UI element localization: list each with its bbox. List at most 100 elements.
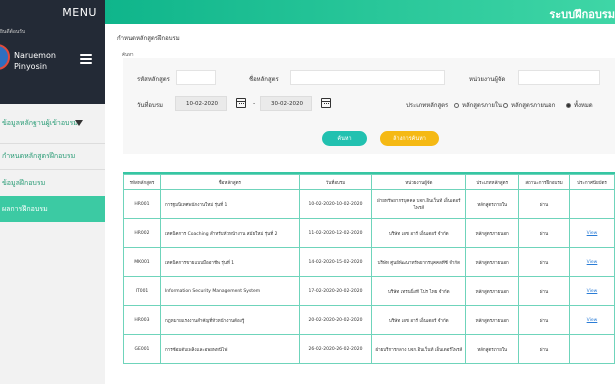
radio-label: ทั้งหมด bbox=[574, 102, 593, 109]
col-course-name[interactable]: ชื่อหลักสูตร bbox=[159, 174, 300, 190]
cell-agency: ฝ่ายทรัพยากรบุคคล บจก.อินเว็นท์ เอ็นเตอร… bbox=[371, 189, 467, 219]
cell-date: 17-02-2020-20-02-2020 bbox=[298, 276, 373, 306]
cell-name: การฐมนิเทศพนักงานใหม่ รุ่นที่ 1 bbox=[159, 189, 300, 219]
table-row[interactable]: HR001 การฐมนิเทศพนักงานใหม่ รุ่นที่ 1 10… bbox=[123, 189, 615, 219]
sidebar-item-define-course[interactable]: กำหนดหลักสูตรฝึกอบรม bbox=[0, 144, 105, 170]
sidebar-item-label: ข้อมูลฝึกอบรม bbox=[2, 178, 46, 187]
cell-status: ผ่าน bbox=[518, 247, 570, 277]
hamburger-icon[interactable] bbox=[80, 54, 92, 64]
date-to-input[interactable]: 30-02-2020 bbox=[260, 96, 312, 111]
cell-agency: บริษัท ศูนย์พัฒนาทรัพยากรบุคคลทีซี จำกัด bbox=[371, 247, 467, 277]
course-name-input[interactable] bbox=[290, 70, 445, 85]
table-row[interactable]: HR003 กฎหมายแรงงานสำคัญที่หัวหน้างานต้อง… bbox=[123, 305, 615, 335]
cell-code: HR001 bbox=[123, 189, 161, 219]
date-separator: - bbox=[253, 100, 256, 107]
cell-name: การซ้อมดับเพลิงและอพยพหนีไฟ bbox=[159, 334, 300, 364]
menu-title: MENU bbox=[62, 5, 97, 19]
col-course-type[interactable]: ประเภทหลักสูตร bbox=[465, 174, 520, 190]
cell-type: หลักสูตรภายนอก bbox=[465, 218, 520, 248]
table-row[interactable]: IT001 Information Security Management Sy… bbox=[123, 276, 615, 306]
table-row[interactable]: HR002 เทคนิคการ Coaching สำหรับหัวหน้างา… bbox=[123, 218, 615, 248]
cell-date: 10-02-2020-10-02-2020 bbox=[298, 189, 373, 219]
course-type-label: ประเภทหลักสูตร bbox=[406, 102, 449, 109]
cell-name: เทคนิคการ Coaching สำหรับหัวหน้างาน สมัย… bbox=[159, 218, 300, 248]
breadcrumb: กำหนดหลักสูตรฝึกอบรม bbox=[117, 35, 180, 42]
cell-agency: บริษัท เอช อาร์ เอ็นเตอร์ จำกัด bbox=[371, 218, 467, 248]
cell-code: MK001 bbox=[123, 247, 161, 277]
app-title: ระบบฝึกอบรม bbox=[549, 8, 615, 21]
agency-label: หน่วยงานผู้จัด bbox=[469, 76, 506, 83]
cell-status: ผ่าน bbox=[518, 334, 570, 364]
cell-cert: View bbox=[568, 305, 615, 335]
col-status[interactable]: สถานะการฝึกอบรม bbox=[518, 174, 570, 190]
col-course-code[interactable]: รหัสหลักสูตร bbox=[123, 174, 161, 190]
cell-type: หลักสูตรภายนอก bbox=[465, 247, 520, 277]
sidebar: MENU ยินดีต้อนรับ Naruemon Pinyosin ข้อม… bbox=[0, 0, 105, 384]
cell-status: ผ่าน bbox=[518, 218, 570, 248]
table-row[interactable]: GE001 การซ้อมดับเพลิงและอพยพหนีไฟ 26-02-… bbox=[123, 334, 615, 364]
training-date-label: วันที่อบรม bbox=[137, 102, 164, 109]
cell-cert: View bbox=[568, 276, 615, 306]
user-last-name: Pinyosin bbox=[14, 62, 48, 71]
col-certificate[interactable]: ประกาศนียบัตร bbox=[568, 174, 615, 190]
search-panel-label: ค้นหา bbox=[122, 53, 134, 58]
user-panel: ยินดีต้อนรับ Naruemon Pinyosin bbox=[0, 24, 105, 96]
date-from-input[interactable]: 10-02-2020 bbox=[175, 96, 227, 111]
radio-internal[interactable]: หลักสูตรภายใน bbox=[454, 100, 502, 110]
agency-input[interactable] bbox=[518, 70, 600, 85]
sidebar-item-label: กำหนดหลักสูตรฝึกอบรม bbox=[2, 152, 76, 160]
sidebar-item-trainee-data[interactable]: ข้อมูลหลักฐานผู้เข้าอบรม bbox=[0, 104, 105, 144]
cell-type: หลักสูตรภายนอก bbox=[465, 305, 520, 335]
radio-label: หลักสูตรภายนอก bbox=[511, 102, 556, 109]
cell-status: ผ่าน bbox=[518, 305, 570, 335]
reset-button[interactable]: ล้างการค้นหา bbox=[380, 131, 439, 146]
search-button[interactable]: ค้นหา bbox=[322, 131, 367, 146]
cell-cert: View bbox=[568, 218, 615, 248]
cell-agency: บริษัท เทรนนิ่งที โปร ไทย จำกัด bbox=[371, 276, 467, 306]
sidebar-item-training-data[interactable]: ข้อมูลฝึกอบรม bbox=[0, 170, 105, 196]
top-header: ระบบฝึกอบรม bbox=[105, 0, 615, 24]
cell-code: HR003 bbox=[123, 305, 161, 335]
cell-name: เทคนิคการขายแบบมืออาชีพ รุ่นที่ 1 bbox=[159, 247, 300, 277]
view-certificate-link[interactable]: View bbox=[587, 318, 598, 323]
radio-circle-icon[interactable] bbox=[503, 102, 508, 108]
course-table: รหัสหลักสูตร ชื่อหลักสูตร วันที่อบรม หน่… bbox=[123, 172, 615, 364]
avatar[interactable] bbox=[0, 44, 10, 70]
table-header-row: รหัสหลักสูตร ชื่อหลักสูตร วันที่อบรม หน่… bbox=[123, 174, 615, 190]
cell-type: หลักสูตรภายใน bbox=[465, 334, 520, 364]
cell-status: ผ่าน bbox=[518, 276, 570, 306]
view-certificate-link[interactable]: View bbox=[587, 231, 598, 236]
view-certificate-link[interactable]: View bbox=[587, 260, 598, 265]
cell-date: 26-02-2020-26-02-2020 bbox=[298, 334, 373, 364]
user-name: Naruemon Pinyosin bbox=[14, 50, 56, 72]
calendar-icon[interactable] bbox=[321, 98, 331, 108]
cell-cert: View bbox=[568, 247, 615, 277]
radio-label: หลักสูตรภายใน bbox=[462, 102, 502, 109]
sidebar-nav: ข้อมูลหลักฐานผู้เข้าอบรม กำหนดหลักสูตรฝึ… bbox=[0, 104, 105, 384]
cell-type: หลักสูตรภายนอก bbox=[465, 276, 520, 306]
cell-code: IT001 bbox=[123, 276, 161, 306]
cell-type: หลักสูตรภายใน bbox=[465, 189, 520, 219]
cell-date: 11-02-2020-12-02-2020 bbox=[298, 218, 373, 248]
sidebar-item-training-results[interactable]: ผลการฝึกอบรม bbox=[0, 196, 105, 222]
cell-agency: ฝ่ายบริการกลาง บจก.อินเว็นท์ เอ็นเตอร์ไพ… bbox=[371, 334, 467, 364]
welcome-label: ยินดีต้อนรับ bbox=[0, 29, 26, 35]
radio-all[interactable]: ทั้งหมด bbox=[566, 100, 593, 110]
radio-circle-icon[interactable] bbox=[566, 102, 571, 108]
radio-external[interactable]: หลักสูตรภายนอก bbox=[503, 100, 555, 110]
cell-cert bbox=[568, 334, 615, 364]
cell-date: 14-02-2020-15-02-2020 bbox=[298, 247, 373, 277]
calendar-icon[interactable] bbox=[236, 98, 246, 108]
cell-code: GE001 bbox=[123, 334, 161, 364]
view-certificate-link[interactable]: View bbox=[587, 289, 598, 294]
cell-status: ผ่าน bbox=[518, 189, 570, 219]
radio-circle-icon[interactable] bbox=[454, 102, 459, 108]
col-training-date[interactable]: วันที่อบรม bbox=[298, 174, 373, 190]
col-agency[interactable]: หน่วยงานผู้จัด bbox=[371, 174, 467, 190]
cell-date: 20-02-2020-20-02-2020 bbox=[298, 305, 373, 335]
course-code-input[interactable] bbox=[176, 70, 216, 85]
caret-down-icon[interactable] bbox=[75, 120, 83, 126]
sidebar-item-label: ข้อมูลหลักฐานผู้เข้าอบรม bbox=[2, 119, 78, 127]
cell-agency: บริษัท เอช อาร์ เอ็นเตอร์ จำกัด bbox=[371, 305, 467, 335]
table-row[interactable]: MK001 เทคนิคการขายแบบมืออาชีพ รุ่นที่ 1 … bbox=[123, 247, 615, 277]
